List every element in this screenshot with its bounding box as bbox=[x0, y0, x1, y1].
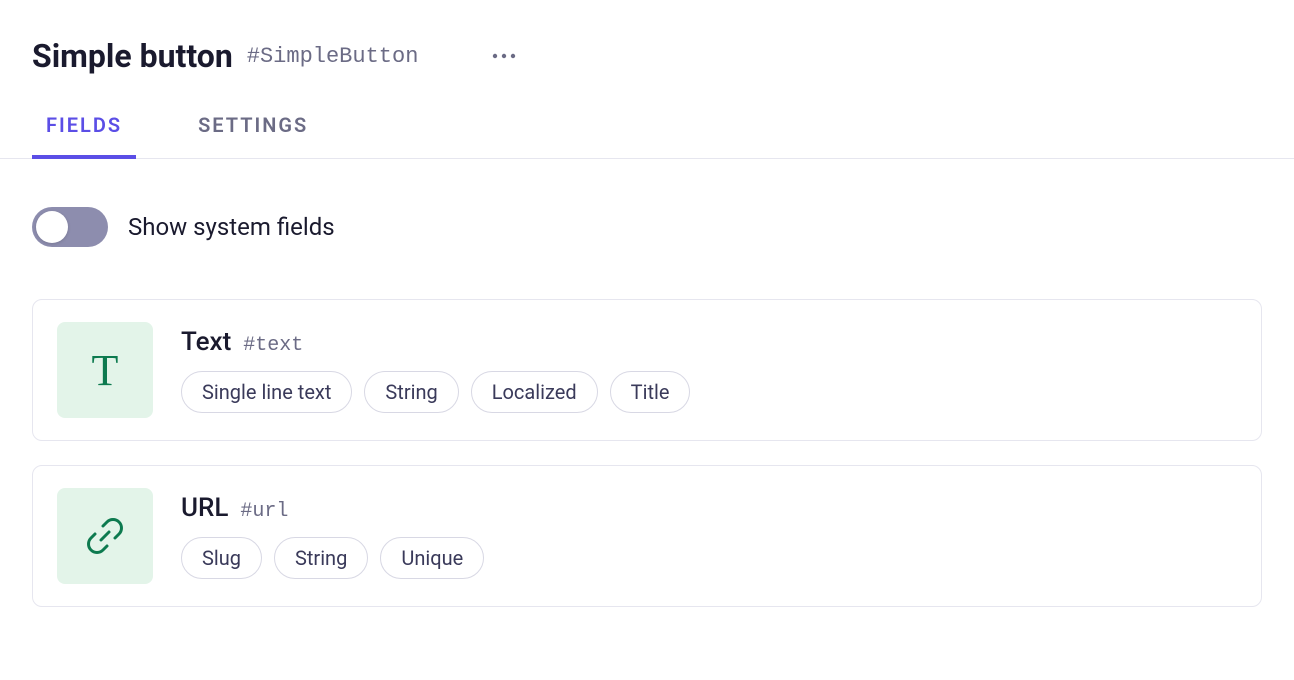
page-slug: #SimpleButton bbox=[247, 44, 419, 69]
field-icon-box: T bbox=[57, 322, 153, 418]
field-title-row: Text #text bbox=[181, 327, 1237, 357]
field-body: Text #text Single line text String Local… bbox=[181, 327, 1237, 413]
field-icon-box bbox=[57, 488, 153, 584]
link-icon bbox=[81, 512, 129, 560]
tab-settings[interactable]: SETTINGS bbox=[184, 113, 322, 159]
more-horizontal-icon bbox=[492, 53, 516, 59]
field-body: URL #url Slug String Unique bbox=[181, 493, 1237, 579]
tag-row: Slug String Unique bbox=[181, 537, 1237, 579]
field-name: Text bbox=[181, 327, 231, 357]
tag: String bbox=[274, 537, 368, 579]
field-name: URL bbox=[181, 493, 228, 523]
tag: String bbox=[364, 371, 458, 413]
toggle-knob bbox=[36, 211, 68, 243]
system-fields-toggle-row: Show system fields bbox=[32, 207, 1262, 247]
field-card[interactable]: URL #url Slug String Unique bbox=[32, 465, 1262, 607]
system-fields-toggle[interactable] bbox=[32, 207, 108, 247]
field-card[interactable]: T Text #text Single line text String Loc… bbox=[32, 299, 1262, 441]
page-title: Simple button bbox=[32, 37, 233, 75]
tab-fields[interactable]: FIELDS bbox=[32, 113, 136, 159]
more-button[interactable] bbox=[484, 36, 524, 76]
field-slug: #text bbox=[243, 334, 303, 357]
tag: Title bbox=[610, 371, 691, 413]
tag: Localized bbox=[471, 371, 598, 413]
field-title-row: URL #url bbox=[181, 493, 1237, 523]
tag: Slug bbox=[181, 537, 262, 579]
tag-row: Single line text String Localized Title bbox=[181, 371, 1237, 413]
text-icon: T bbox=[92, 345, 119, 396]
tag: Unique bbox=[380, 537, 484, 579]
tag: Single line text bbox=[181, 371, 352, 413]
page-header: Simple button #SimpleButton bbox=[0, 0, 1294, 76]
content-area: Show system fields T Text #text Single l… bbox=[0, 159, 1294, 639]
field-slug: #url bbox=[240, 500, 288, 523]
tab-bar: FIELDS SETTINGS bbox=[0, 112, 1294, 159]
field-list: T Text #text Single line text String Loc… bbox=[32, 299, 1262, 607]
system-fields-toggle-label: Show system fields bbox=[128, 213, 335, 241]
